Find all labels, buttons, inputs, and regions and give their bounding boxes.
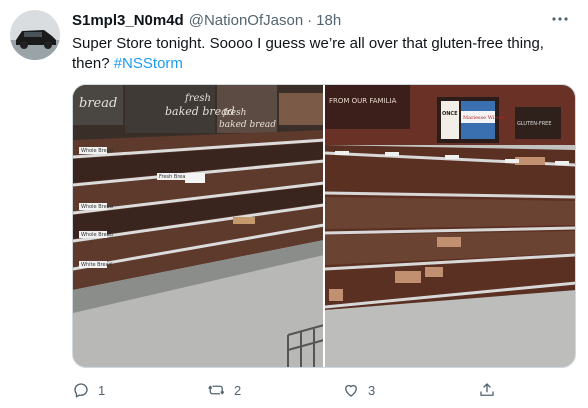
sign-bread: bread <box>79 96 117 111</box>
hashtag-link[interactable]: #NSStorm <box>114 55 183 72</box>
media-grid: bread fresh baked bread fresh baked brea… <box>72 84 576 368</box>
photo-right[interactable]: FROM OUR FAMILIA ONCE LIKE Mariesse Wils… <box>325 85 575 367</box>
reply-count: 1 <box>98 382 106 398</box>
shelf-label-1: Whole Bread <box>81 148 113 154</box>
retweet-icon <box>208 385 225 395</box>
more-horizontal-icon <box>552 17 568 21</box>
like-count: 3 <box>368 382 376 398</box>
reply-button[interactable]: 1 <box>72 378 105 402</box>
sign-baked-bread-2: baked bread <box>219 120 276 130</box>
like-button[interactable]: 3 <box>342 378 375 402</box>
tweet-header: S1mpl3_N0m4d @NationOfJason · 18h <box>72 10 341 30</box>
separator-dot: · <box>307 11 313 29</box>
tweet-text: Super Store tonight. Soooo I guess we’re… <box>72 34 572 74</box>
sign-fresh-2: fresh <box>222 108 246 118</box>
reply-icon <box>74 383 88 398</box>
shelf-label-5: White Bread <box>81 262 112 268</box>
sign-from-our-familia: FROM OUR FAMILIA <box>329 97 397 105</box>
retweet-count: 2 <box>234 382 242 398</box>
shelf-label-3: Whole Bread <box>81 204 113 210</box>
shelf-label-2: Fresh Bread <box>159 174 189 180</box>
display-name[interactable]: S1mpl3_N0m4d <box>72 12 184 29</box>
heart-icon <box>345 384 357 397</box>
sign-fresh-1: fresh <box>184 93 211 104</box>
car-avatar-icon <box>10 10 60 60</box>
timestamp[interactable]: 18h <box>316 12 341 29</box>
tweet-text-line1: Super Store tonight. Soooo I guess we’re… <box>72 35 544 52</box>
retweet-button[interactable]: 2 <box>208 378 241 402</box>
user-handle[interactable]: @NationOfJason <box>189 12 303 29</box>
sign-gluten-free: GLUTEN-FREE <box>517 121 552 127</box>
tweet-actions: 1 2 3 <box>72 378 576 402</box>
tweet-card[interactable]: S1mpl3_N0m4d @NationOfJason · 18h Super … <box>0 0 588 408</box>
share-button[interactable] <box>478 378 496 402</box>
photo-left[interactable]: bread fresh baked bread fresh baked brea… <box>73 85 325 367</box>
sign-brand: Mariesse Wilson <box>463 115 506 121</box>
share-icon <box>480 383 494 396</box>
shelf-label-4: Whole Bread <box>81 232 113 238</box>
more-options-button[interactable] <box>548 9 572 29</box>
avatar[interactable] <box>10 10 60 60</box>
tweet-text-line2: then? <box>72 55 110 72</box>
